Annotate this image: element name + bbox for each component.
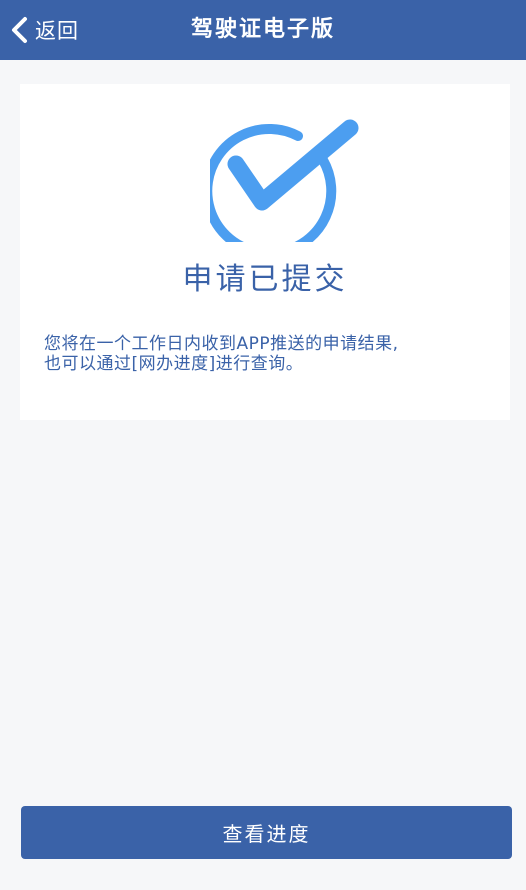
status-card: 申请已提交 您将在一个工作日内收到APP推送的申请结果, 也可以通过[网办进度]…: [20, 84, 510, 420]
check-circle-icon: [210, 112, 360, 242]
status-description-line: 也可以通过[网办进度]进行查询。: [44, 354, 304, 374]
status-title: 申请已提交: [182, 262, 348, 297]
view-progress-button[interactable]: 查看进度: [21, 806, 512, 859]
status-description: 您将在一个工作日内收到APP推送的申请结果, 也可以通过[网办进度]进行查询。: [44, 334, 486, 374]
back-button[interactable]: 返回: [10, 0, 79, 60]
status-description-line: 您将在一个工作日内收到APP推送的申请结果,: [44, 334, 399, 354]
back-label: 返回: [35, 19, 79, 43]
chevron-left-icon: [10, 16, 30, 44]
navbar: 返回 驾驶证电子版: [0, 0, 526, 60]
